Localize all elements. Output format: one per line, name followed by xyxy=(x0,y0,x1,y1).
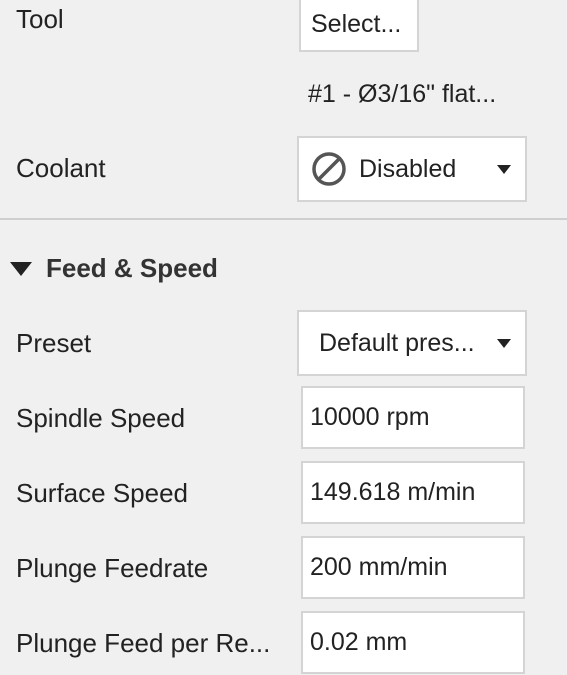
tool-select-button[interactable]: Select... xyxy=(299,0,419,52)
section-divider xyxy=(0,218,567,220)
surface-speed-value: 149.618 m/min xyxy=(310,478,476,506)
tool-select-label: Select... xyxy=(311,9,402,38)
plunge-feed-per-rev-value: 0.02 mm xyxy=(310,628,408,656)
feed-speed-section-title: Feed & Speed xyxy=(46,253,218,283)
plunge-feedrate-label: Plunge Feedrate xyxy=(16,553,209,583)
surface-speed-input[interactable]: 149.618 m/min xyxy=(301,461,525,524)
coolant-label: Coolant xyxy=(16,153,106,183)
spindle-speed-value: 10000 rpm xyxy=(310,403,430,431)
disabled-circle-icon xyxy=(312,152,346,186)
coolant-dropdown[interactable]: Disabled xyxy=(297,136,527,202)
tool-name: #1 - Ø3/16" flat... xyxy=(308,80,497,108)
plunge-feedrate-value: 200 mm/min xyxy=(310,553,448,581)
coolant-value: Disabled xyxy=(359,154,457,183)
surface-speed-label: Surface Speed xyxy=(16,478,189,508)
preset-label: Preset xyxy=(16,328,92,358)
spindle-speed-input[interactable]: 10000 rpm xyxy=(301,386,525,449)
plunge-feed-per-rev-input[interactable]: 0.02 mm xyxy=(301,611,525,674)
collapse-triangle-icon xyxy=(10,262,32,276)
chevron-down-icon xyxy=(497,339,511,348)
spindle-speed-label: Spindle Speed xyxy=(16,403,186,433)
preset-dropdown[interactable]: Default pres... xyxy=(297,310,527,376)
preset-value: Default pres... xyxy=(319,328,475,357)
plunge-feed-per-rev-label: Plunge Feed per Re... xyxy=(16,628,271,658)
tool-label: Tool xyxy=(16,4,64,34)
chevron-down-icon xyxy=(497,165,511,174)
plunge-feedrate-input[interactable]: 200 mm/min xyxy=(301,536,525,599)
operation-panel: Tool Select... #1 - Ø3/16" flat... Coola… xyxy=(0,0,567,675)
